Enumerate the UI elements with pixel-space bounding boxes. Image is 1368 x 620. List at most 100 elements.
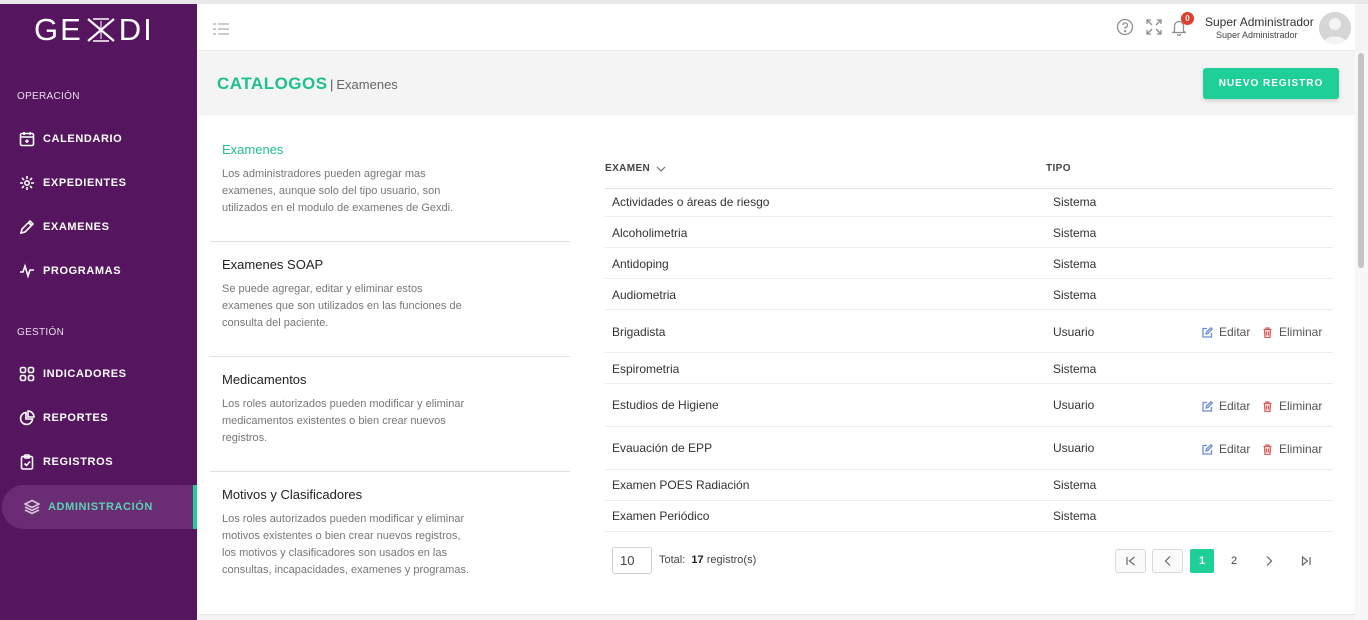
last-page-icon	[1301, 555, 1311, 567]
delete-button[interactable]: Eliminar	[1262, 399, 1322, 413]
logo-cross-mark	[84, 15, 118, 45]
page-button-2[interactable]: 2	[1222, 549, 1246, 573]
sidebar-item-label: REPORTES	[43, 412, 109, 424]
next-page-button[interactable]	[1257, 549, 1281, 573]
cell-tipo: Usuario	[1053, 398, 1095, 412]
table-row[interactable]: Actividades o áreas de riesgo Sistema	[605, 189, 1333, 217]
table-row[interactable]: Examen POES Radiación Sistema	[605, 470, 1333, 501]
user-role: Super Administrador	[1216, 30, 1298, 40]
delete-label: Eliminar	[1279, 325, 1323, 339]
chevron-right-icon	[1266, 556, 1273, 566]
delete-button[interactable]: Eliminar	[1262, 325, 1322, 339]
notification-badge: 0	[1181, 12, 1194, 25]
table-row[interactable]: Evauación de EPP Usuario Editar Eliminar	[605, 427, 1333, 470]
delete-label: Eliminar	[1279, 442, 1323, 456]
page-scrollbar[interactable]	[1355, 51, 1368, 620]
catalog-title: Medicamentos	[222, 372, 307, 387]
trash-icon	[1263, 443, 1272, 455]
sidebar-item-label: PROGRAMAS	[43, 265, 122, 277]
avatar[interactable]	[1319, 12, 1351, 44]
catalog-item-examenes[interactable]: Examenes Los administradores pueden agre…	[210, 115, 570, 242]
cell-tipo: Usuario	[1053, 325, 1095, 339]
cell-tipo: Sistema	[1053, 509, 1097, 523]
cell-examen: Audiometria	[612, 288, 677, 302]
section-label-operacion: OPERACIÓN	[17, 91, 80, 102]
page-size-select[interactable]: 10	[612, 547, 652, 574]
cell-examen: Estudios de Higiene	[612, 398, 719, 412]
catalog-description: Los administradores pueden agregar mas e…	[222, 168, 454, 214]
prev-page-button[interactable]	[1152, 549, 1183, 573]
table-row[interactable]: Antidoping Sistema	[605, 248, 1333, 279]
column-header-examen[interactable]: EXAMEN	[605, 163, 666, 174]
catalog-item-motivos[interactable]: Motivos y Clasificadores Los roles autor…	[210, 472, 570, 612]
first-page-button[interactable]	[1115, 549, 1146, 573]
trash-icon	[1263, 326, 1272, 338]
logo-text-right: DI	[118, 12, 154, 47]
cell-tipo: Sistema	[1053, 362, 1097, 376]
table-row[interactable]: Espirometria Sistema	[605, 353, 1333, 384]
total-label: Total:	[659, 554, 686, 566]
fullscreen-icon[interactable]	[1145, 18, 1163, 36]
table-row[interactable]: Brigadista Usuario Editar Eliminar	[605, 310, 1333, 353]
edit-button[interactable]: Editar	[1202, 325, 1250, 339]
sidebar-item-expedientes[interactable]: EXPEDIENTES	[0, 161, 197, 205]
trash-icon	[1263, 400, 1272, 412]
edit-button[interactable]: Editar	[1202, 442, 1250, 456]
cell-tipo: Sistema	[1053, 195, 1097, 209]
active-indicator	[193, 485, 197, 529]
table-row[interactable]: Estudios de Higiene Usuario Editar Elimi…	[605, 384, 1333, 427]
pulse-icon	[19, 263, 35, 279]
sidebar-item-calendario[interactable]: CALENDARIO	[0, 117, 197, 161]
cell-tipo: Sistema	[1053, 257, 1097, 271]
sidebar-item-examenes[interactable]: EXAMENES	[0, 205, 197, 249]
chevron-left-icon	[1164, 556, 1170, 566]
layers-icon	[24, 499, 40, 515]
last-page-button[interactable]	[1294, 549, 1318, 573]
catalog-description: Los roles autorizados pueden modificar y…	[222, 398, 465, 444]
edit-label: Editar	[1219, 399, 1251, 413]
cell-examen: Alcoholimetria	[612, 226, 688, 240]
cell-examen: Examen Periódico	[612, 509, 710, 523]
section-label-gestion: GESTIÓN	[17, 327, 65, 338]
edit-icon	[1202, 400, 1213, 412]
menu-toggle-icon[interactable]	[212, 22, 230, 36]
breadcrumb-current: Examenes	[336, 77, 398, 92]
chevron-down-icon	[656, 166, 666, 172]
total-records: Total: 17 registro(s)	[659, 554, 756, 566]
table-row[interactable]: Alcoholimetria Sistema	[605, 217, 1333, 248]
sidebar-item-indicadores[interactable]: INDICADORES	[0, 352, 197, 396]
table-row[interactable]: Audiometria Sistema	[605, 279, 1333, 310]
edit-button[interactable]: Editar	[1202, 399, 1250, 413]
first-page-icon	[1125, 556, 1135, 566]
new-record-button[interactable]: NUEVO REGISTRO	[1203, 68, 1339, 99]
user-name[interactable]: Super Administrador	[1205, 15, 1314, 29]
sidebar-item-programas[interactable]: PROGRAMAS	[0, 249, 197, 293]
edit-label: Editar	[1219, 442, 1251, 456]
catalog-item-medicamentos[interactable]: Medicamentos Los roles autorizados puede…	[210, 357, 570, 472]
cell-tipo: Usuario	[1053, 441, 1095, 455]
catalog-item-examenes-soap[interactable]: Examenes SOAP Se puede agregar, editar y…	[210, 242, 570, 357]
sidebar-item-label: ADMINISTRACIÓN	[48, 501, 153, 513]
sidebar-item-reportes[interactable]: REPORTES	[0, 396, 197, 440]
gexdi-logo[interactable]: GE DI	[34, 12, 154, 47]
page-button-1[interactable]: 1	[1190, 549, 1214, 573]
top-header: 0 Super Administrador Super Administrado…	[197, 4, 1355, 51]
pie-chart-icon	[19, 410, 35, 426]
sidebar: GE DI OPERACIÓN CALENDARIO EXPEDIENTES E…	[0, 4, 197, 620]
table-row[interactable]: Examen Periódico Sistema	[605, 501, 1333, 532]
delete-button[interactable]: Eliminar	[1262, 442, 1322, 456]
sidebar-item-label: EXPEDIENTES	[43, 177, 127, 189]
edit-label: Editar	[1219, 325, 1251, 339]
scrollbar-thumb[interactable]	[1358, 53, 1364, 268]
edit-icon	[1202, 443, 1213, 455]
breadcrumb: | Examenes	[330, 77, 398, 92]
catalog-title: Examenes	[222, 142, 284, 157]
sidebar-item-registros[interactable]: REGISTROS	[0, 440, 197, 484]
help-icon[interactable]	[1116, 18, 1134, 36]
sidebar-item-administracion[interactable]: ADMINISTRACIÓN	[2, 485, 197, 529]
clipboard-icon	[19, 454, 35, 470]
cell-tipo: Sistema	[1053, 288, 1097, 302]
cell-tipo: Sistema	[1053, 478, 1097, 492]
cell-examen: Espirometria	[612, 362, 680, 376]
sidebar-item-label: CALENDARIO	[43, 133, 123, 145]
